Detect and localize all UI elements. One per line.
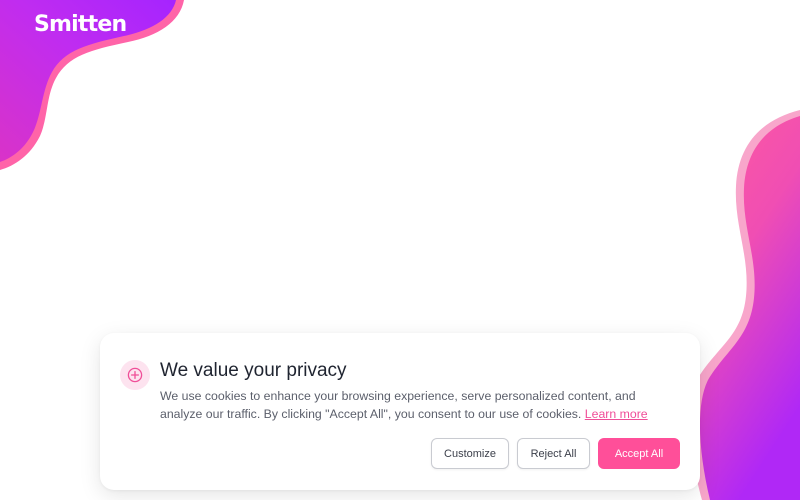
customize-button[interactable]: Customize [431,438,509,469]
cookie-consent-banner: We value your privacy We use cookies to … [100,333,700,490]
reject-all-button[interactable]: Reject All [517,438,590,469]
decorative-blob-right [690,110,800,500]
circle-plus-icon [120,360,150,390]
banner-description: We use cookies to enhance your browsing … [160,388,670,423]
banner-title: We value your privacy [160,360,347,381]
accept-all-button[interactable]: Accept All [598,438,680,469]
banner-description-text: We use cookies to enhance your browsing … [160,389,636,421]
learn-more-link[interactable]: Learn more [585,407,648,421]
brand-logo[interactable]: Smitten [34,10,127,40]
